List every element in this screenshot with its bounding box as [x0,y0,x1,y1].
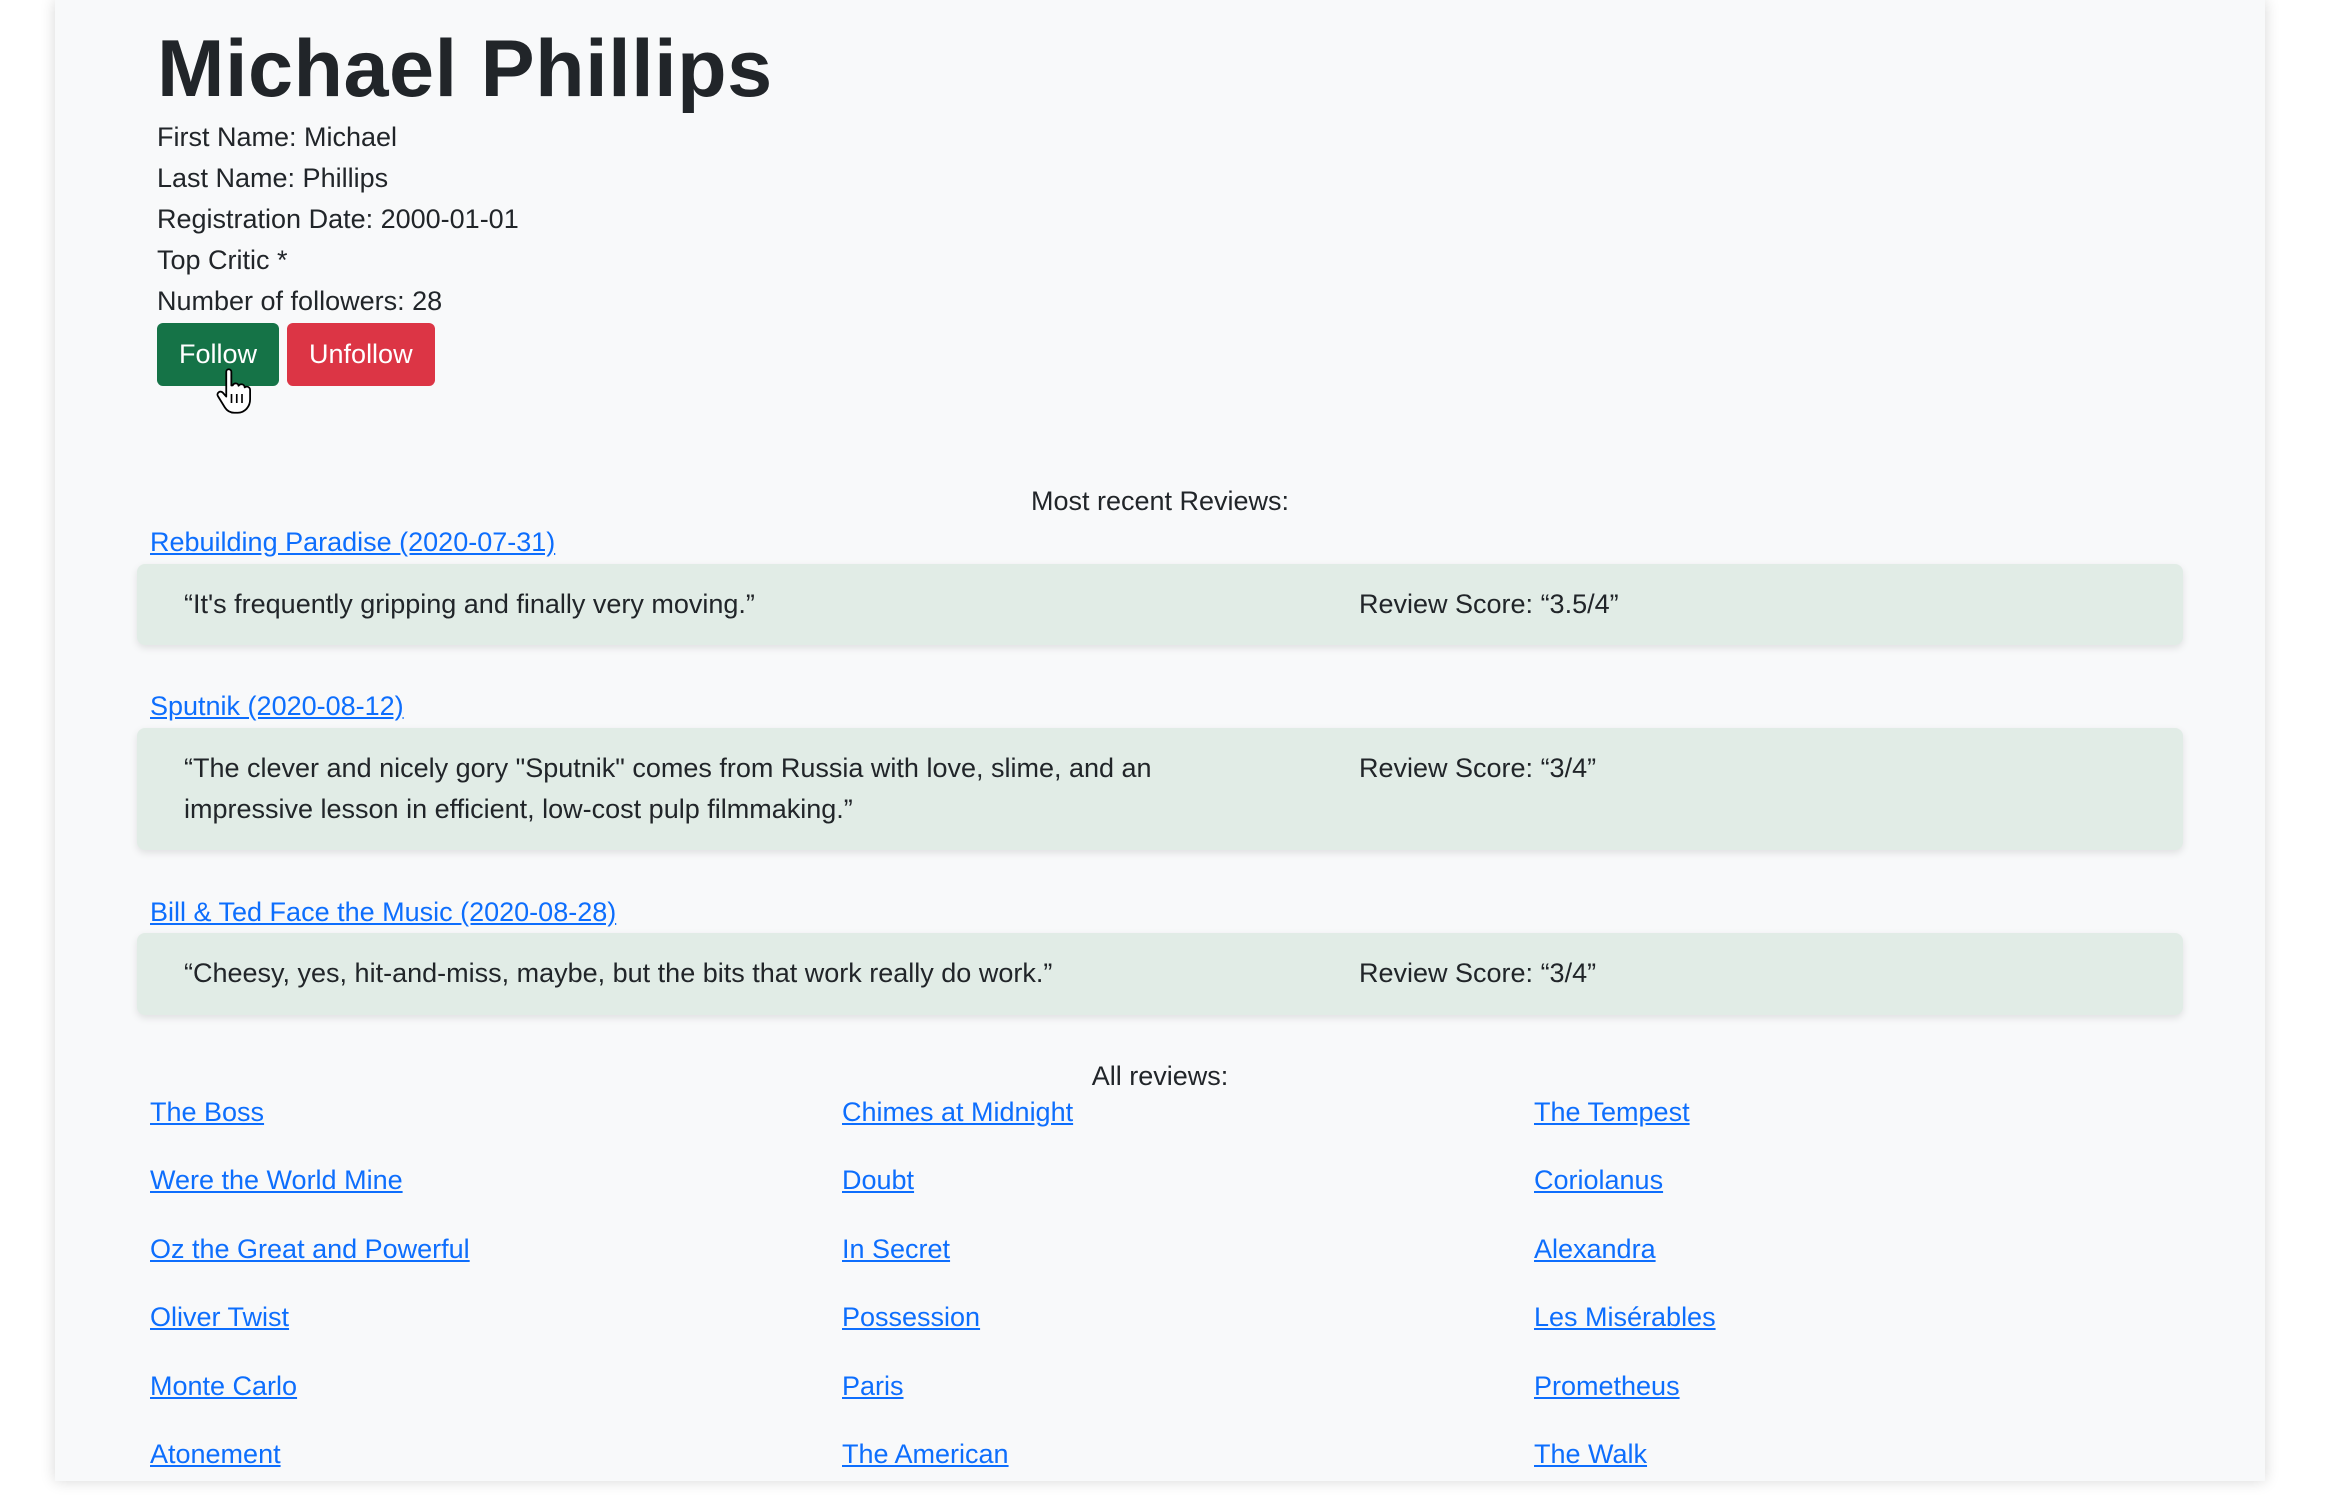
critic-profile: Michael Phillips First Name: Michael Las… [157,22,1157,414]
all-review-link[interactable]: Chimes at Midnight [842,1097,1534,1165]
all-review-link[interactable]: Les Misérables [1534,1302,2226,1370]
registration-date: Registration Date: 2000-01-01 [157,204,519,234]
all-review-link[interactable]: The Boss [150,1097,842,1165]
all-review-link[interactable]: Monte Carlo [150,1371,842,1439]
all-review-link[interactable]: Doubt [842,1165,1534,1233]
all-review-link[interactable]: Paris [842,1371,1534,1439]
followers-count: Number of followers: 28 [157,286,443,316]
review-score: Review Score: “3/4” [1359,753,1597,783]
all-review-link[interactable]: Possession [842,1302,1534,1370]
follow-controls: Follow Unfollow [157,323,1157,414]
all-review-link[interactable]: Prometheus [1534,1371,2226,1439]
recent-reviews-heading: Most recent Reviews: [1030,486,1290,516]
review-movie-link[interactable]: Rebuilding Paradise (2020-07-31) [150,527,555,558]
all-reviews-heading: All reviews: [1091,1061,1229,1091]
all-review-link[interactable]: The American [842,1439,1534,1507]
review-card: “The clever and nicely gory "Sputnik" co… [137,728,2183,850]
all-review-link[interactable]: Alexandra [1534,1234,2226,1302]
review-quote: “It's frequently gripping and finally ve… [184,589,755,619]
all-review-link[interactable]: The Walk [1534,1439,2226,1507]
top-critic-badge: Top Critic * [157,245,288,275]
review-score: Review Score: “3.5/4” [1359,589,1619,619]
review-movie-link[interactable]: Bill & Ted Face the Music (2020-08-28) [150,897,616,928]
all-reviews-grid: The Boss Chimes at Midnight The Tempest … [150,1097,2250,1507]
last-name: Last Name: Phillips [157,163,389,193]
review-quote: “The clever and nicely gory "Sputnik" co… [184,753,1152,824]
review-movie-link[interactable]: Sputnik (2020-08-12) [150,691,404,722]
critic-name: Michael Phillips [157,24,773,114]
all-review-link[interactable]: Were the World Mine [150,1165,842,1233]
review-card: “Cheesy, yes, hit-and-miss, maybe, but t… [137,933,2183,1015]
review-quote: “Cheesy, yes, hit-and-miss, maybe, but t… [184,958,1053,988]
review-score: Review Score: “3/4” [1359,958,1597,988]
review-card: “It's frequently gripping and finally ve… [137,564,2183,645]
all-review-link[interactable]: Oliver Twist [150,1302,842,1370]
hand-pointer-icon [216,368,251,414]
all-review-link[interactable]: In Secret [842,1234,1534,1302]
unfollow-button[interactable]: Unfollow [287,323,435,386]
profile-page: Michael Phillips First Name: Michael Las… [55,0,2265,1481]
all-review-link[interactable]: The Tempest [1534,1097,2226,1165]
first-name: First Name: Michael [157,122,398,152]
all-review-link[interactable]: Coriolanus [1534,1165,2226,1233]
all-review-link[interactable]: Oz the Great and Powerful [150,1234,842,1302]
all-review-link[interactable]: Atonement [150,1439,842,1507]
